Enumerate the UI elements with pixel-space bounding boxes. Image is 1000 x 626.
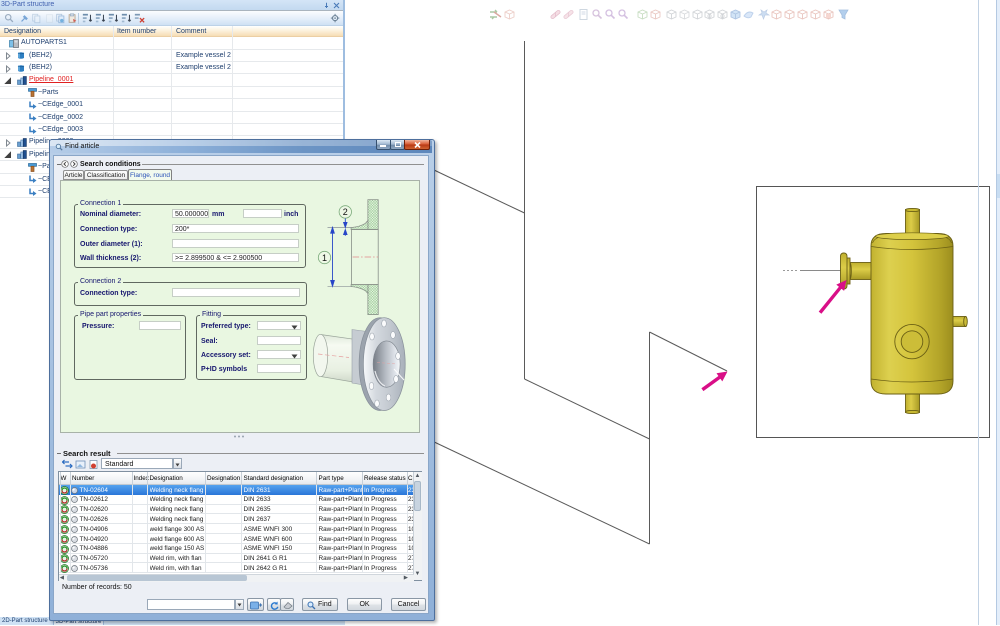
svg-text:2: 2 [343,207,348,217]
svg-text:1: 1 [322,253,327,263]
